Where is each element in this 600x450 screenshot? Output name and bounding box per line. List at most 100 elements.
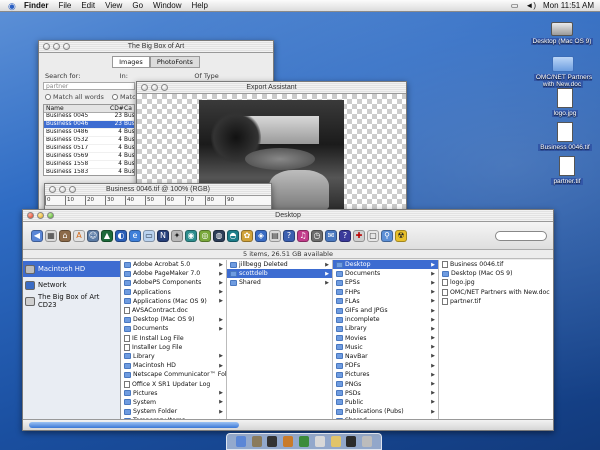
close-button[interactable]	[43, 43, 50, 50]
sherlock-icon[interactable]: ⚲	[381, 229, 393, 242]
studio-icon[interactable]: ◍	[213, 229, 225, 242]
close-button[interactable]	[49, 186, 56, 193]
list-item[interactable]: AVSAContract.doc	[121, 306, 226, 315]
col-name-header[interactable]: Name	[44, 105, 108, 112]
question-icon[interactable]: ?	[339, 229, 351, 242]
list-item[interactable]: PDFs ▶	[333, 361, 438, 370]
desktop-icon-logo[interactable]: logo.jpg	[545, 88, 585, 117]
zoom-button[interactable]	[63, 43, 70, 50]
desktop-icon-macos9[interactable]: Desktop (Mac OS 9)	[530, 22, 594, 45]
table-row[interactable]: Business 0517 4 Bus	[44, 145, 134, 153]
desktop-icon-partner-tif[interactable]: partner.tif	[545, 156, 589, 185]
list-item[interactable]: scottdelb ▶	[227, 269, 332, 279]
list-item[interactable]: Applications (Mac OS 9) ▶	[121, 297, 226, 306]
folder-icon[interactable]: ▭	[143, 229, 155, 242]
table-row[interactable]: Business 1558 4 Bus	[44, 161, 134, 169]
match-all-radio[interactable]: Match all words	[45, 93, 104, 101]
dock-terminal-icon[interactable]	[267, 436, 278, 447]
list-item[interactable]: Music ▶	[333, 343, 438, 352]
menu-help[interactable]: Help	[191, 1, 207, 10]
list-item[interactable]: GIFs and JPGs ▶	[333, 306, 438, 315]
fireworks-icon[interactable]: ◎	[199, 229, 211, 242]
image-titlebar[interactable]: Business 0046.tif @ 100% (RGB)	[45, 184, 271, 196]
minimize-button[interactable]	[59, 186, 66, 193]
menu-file[interactable]: File	[58, 1, 71, 10]
sidebar-item[interactable]: Network	[23, 277, 120, 293]
desktop-icon-omc-doc[interactable]: OMC/NET Partners with New.doc	[530, 56, 596, 88]
view-icon[interactable]: ▦	[45, 229, 57, 242]
close-button[interactable]	[27, 212, 34, 219]
list-item[interactable]: Public ▶	[333, 398, 438, 407]
nav-icon[interactable]: ▲	[101, 229, 113, 242]
menu-go[interactable]: Go	[132, 1, 143, 10]
list-item[interactable]: Shared ▶	[227, 278, 332, 287]
tab-images[interactable]: Images	[112, 56, 150, 68]
list-item[interactable]: Installer Log File	[121, 343, 226, 352]
list-item[interactable]: Desktop (Mac OS 9) ▶	[121, 315, 226, 324]
scroll-thumb[interactable]	[29, 422, 239, 428]
finder-icon[interactable]: ☺	[87, 229, 99, 242]
col-ca-header[interactable]: Ca	[122, 105, 134, 112]
column-4[interactable]: Business 0046.tif Desktop (Mac OS 9) logo.…	[439, 260, 551, 420]
table-row[interactable]: Business 0569 4 Bus	[44, 153, 134, 161]
dock-app-icon[interactable]	[330, 436, 341, 447]
list-item[interactable]: Macintosh HD ▶	[121, 361, 226, 370]
list-item[interactable]: FLAs ▶	[333, 297, 438, 306]
list-item[interactable]: logo.jpg	[439, 278, 551, 287]
list-item[interactable]: Pictures ▶	[121, 389, 226, 398]
list-item[interactable]: Library ▶	[333, 324, 438, 333]
tab-photofonts[interactable]: PhotoFonts	[149, 56, 200, 68]
list-item[interactable]: Library ▶	[121, 352, 226, 361]
close-button[interactable]	[141, 84, 148, 91]
clock-icon[interactable]: ◷	[311, 229, 323, 242]
sidebar-item[interactable]: Macintosh HD	[23, 261, 120, 277]
list-item[interactable]: Netscape Communicator™ Folder▶	[121, 370, 226, 379]
table-row[interactable]: Business 1583 4 Bus	[44, 169, 134, 175]
table-row[interactable]: Business 0486 4 Bus	[44, 129, 134, 137]
dock-app-icon[interactable]	[283, 436, 294, 447]
mail-icon[interactable]: ✉	[325, 229, 337, 242]
export-titlebar[interactable]: Export Assistant	[137, 82, 406, 94]
itunes-icon[interactable]: ♫	[297, 229, 309, 242]
minimize-button[interactable]	[37, 212, 44, 219]
dock-trash-icon[interactable]	[362, 436, 373, 447]
list-item[interactable]: Publications (Pubs) ▶	[333, 407, 438, 416]
desktop-icon-business-tif[interactable]: Business 0046.tif	[536, 122, 594, 151]
dock-app-icon[interactable]	[346, 436, 357, 447]
menu-window[interactable]: Window	[153, 1, 181, 10]
blank-icon[interactable]: ▢	[367, 229, 379, 242]
list-item[interactable]: Documents ▶	[333, 269, 438, 278]
results-table[interactable]: Name CD# Ca Business 0045 23 Bus Business 0…	[43, 104, 135, 176]
dock-finder-icon[interactable]	[235, 436, 246, 447]
dreamweaver-icon[interactable]: ◉	[185, 229, 197, 242]
volume-icon[interactable]: ◄)	[525, 1, 536, 10]
menu-edit[interactable]: Edit	[81, 1, 95, 10]
document-icon[interactable]: ▤	[269, 229, 281, 242]
menu-clock[interactable]: Mon 11:51 AM	[543, 1, 594, 10]
horizontal-scrollbar[interactable]	[23, 419, 553, 430]
radiation-icon[interactable]: ☢	[395, 229, 407, 242]
help-icon[interactable]: ?	[283, 229, 295, 242]
list-item[interactable]: Adobe Acrobat 5.0 ▶	[121, 260, 226, 269]
column-3[interactable]: Desktop ▶ Documents ▶ EPSs ▶ FHPs ▶ FLAs ▶ GIFs an…	[333, 260, 439, 420]
list-item[interactable]: NavBar ▶	[333, 352, 438, 361]
list-item[interactable]: Adobe PageMaker 7.0 ▶	[121, 269, 226, 278]
list-item[interactable]: partner.tif	[439, 297, 551, 306]
network-icon[interactable]: ◐	[115, 229, 127, 242]
list-item[interactable]: Desktop ▶	[333, 260, 438, 270]
table-row[interactable]: Business 0532 4 Bus	[44, 137, 134, 145]
table-row[interactable]: Business 0046 23 Bus	[44, 121, 134, 129]
back-icon[interactable]: ◀	[31, 229, 43, 242]
minimize-button[interactable]	[53, 43, 60, 50]
acrobat-icon[interactable]: ✚	[353, 229, 365, 242]
list-item[interactable]: Documents ▶	[121, 324, 226, 333]
netscape-icon[interactable]: N	[157, 229, 169, 242]
list-item[interactable]: System ▶	[121, 398, 226, 407]
dock-app-icon[interactable]	[251, 436, 262, 447]
menu-view[interactable]: View	[105, 1, 122, 10]
list-item[interactable]: Movies ▶	[333, 334, 438, 343]
list-item[interactable]: System Folder ▶	[121, 407, 226, 416]
list-item[interactable]: AdobePS Components ▶	[121, 278, 226, 287]
list-item[interactable]: Desktop (Mac OS 9)	[439, 269, 551, 278]
sidebar-item[interactable]: The Big Box of Art CD23	[23, 293, 120, 309]
